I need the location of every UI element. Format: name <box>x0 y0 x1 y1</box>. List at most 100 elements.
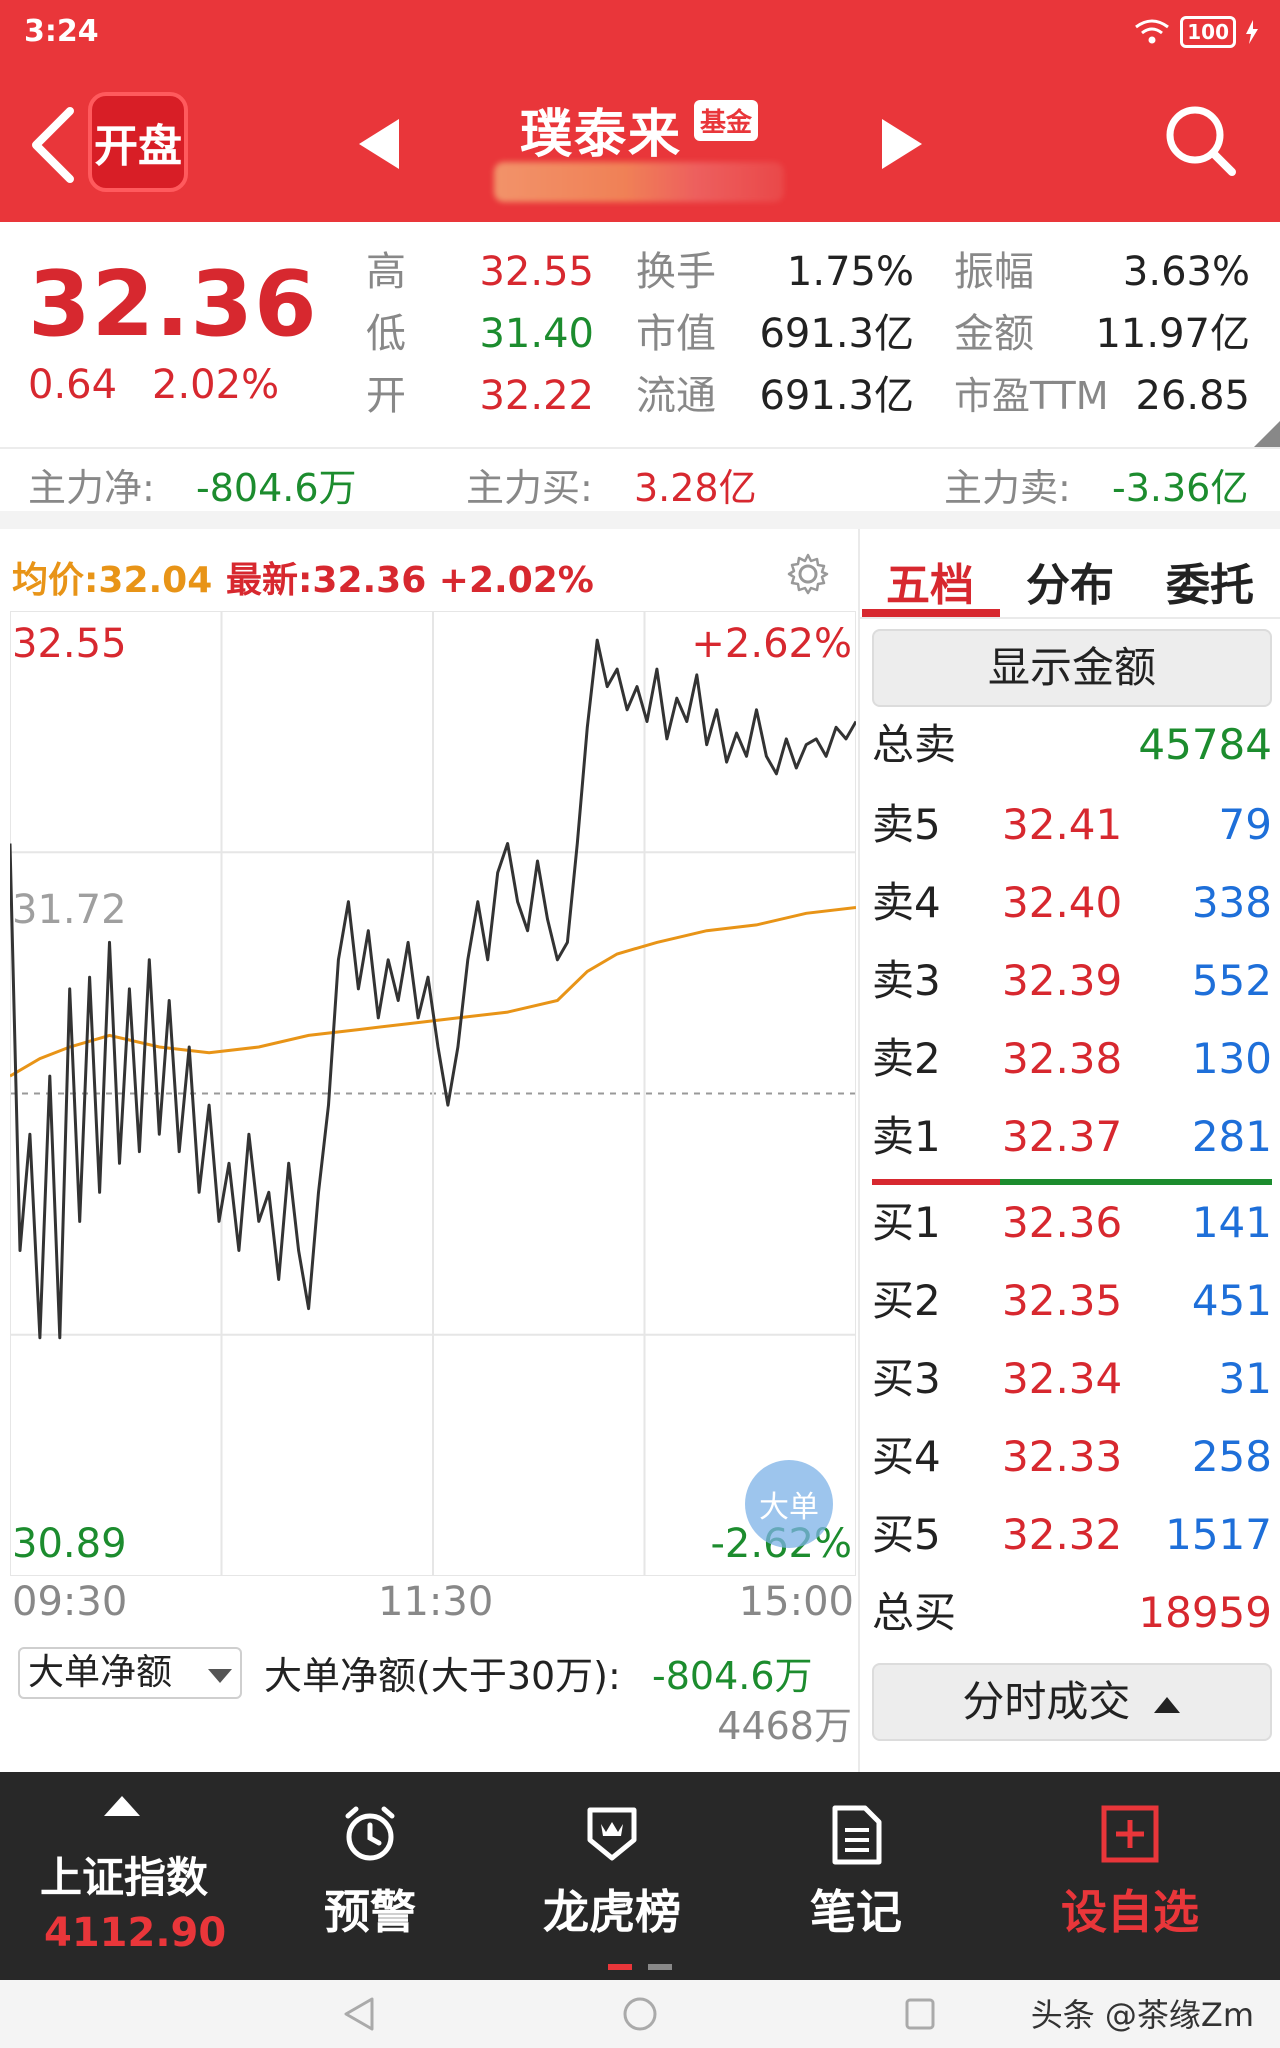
intraday-chart-area[interactable]: 均价:32.04 最新:32.36 +2.02% 32.55 31.72 30.… <box>0 529 858 1772</box>
total-buy-row: 总买 18959 <box>872 1583 1272 1643</box>
system-nav-bar: 头条 @茶缘Zm <box>0 1980 1280 2048</box>
big-order-net-value: -804.6万 <box>652 1654 813 1698</box>
time-tick-end: 15:00 <box>738 1579 854 1625</box>
time-tick-start: 09:30 <box>12 1579 128 1625</box>
show-amount-button[interactable]: 显示金额 <box>872 629 1272 707</box>
add-watchlist-label: 设自选 <box>1061 1885 1199 1939</box>
big-order-bubble[interactable]: 大单 <box>745 1460 833 1548</box>
low-label: 低 <box>366 311 406 357</box>
level-price: 32.40 <box>1002 878 1123 927</box>
buy-row[interactable]: 买5 32.32 1517 <box>872 1505 1272 1565</box>
y-axis-bottom: 30.89 <box>12 1521 127 1567</box>
prev-stock-icon[interactable] <box>355 117 403 171</box>
indicator-dropdown[interactable]: 大单净额 <box>18 1647 242 1699</box>
sell-row[interactable]: 卖3 32.39 552 <box>872 951 1272 1011</box>
level-volume: 31 <box>1218 1354 1272 1403</box>
level-price: 32.41 <box>1002 800 1123 849</box>
level-label: 买4 <box>872 1432 941 1481</box>
price-change-pct: 2.02% <box>152 362 280 408</box>
buy-row[interactable]: 买3 32.34 31 <box>872 1349 1272 1409</box>
level-price: 32.37 <box>1002 1112 1123 1161</box>
level-volume: 451 <box>1191 1276 1272 1325</box>
tab-distribution[interactable]: 分布 <box>1026 549 1114 613</box>
buy-row[interactable]: 买4 32.33 258 <box>872 1427 1272 1487</box>
settings-icon[interactable] <box>786 552 830 596</box>
amplitude-label: 振幅 <box>954 249 1034 295</box>
main-buy-label: 主力买: <box>466 466 593 510</box>
app-logo-text: 开盘 <box>94 121 182 172</box>
buy-row[interactable]: 买1 32.36 141 <box>872 1193 1272 1253</box>
note-icon <box>832 1805 882 1865</box>
nav-back-icon[interactable] <box>342 1996 376 2032</box>
price-change: 0.64 <box>28 362 118 408</box>
back-icon[interactable] <box>28 105 78 185</box>
level-volume: 338 <box>1191 878 1272 927</box>
alarm-clock-icon <box>345 1806 395 1861</box>
app-logo[interactable]: 开盘 <box>88 92 188 192</box>
fund-badge: 基金 <box>694 100 759 141</box>
float-label: 流通 <box>636 373 716 419</box>
battery-icon: 100 <box>1180 16 1236 48</box>
turnover-value: 1.75% <box>786 249 914 295</box>
quote-panel: 32.36 0.64 2.02% 高 32.55 低 31.40 开 32.22… <box>0 222 1280 447</box>
sell-row[interactable]: 卖1 32.37 281 <box>872 1107 1272 1167</box>
shield-crown-icon <box>587 1807 637 1861</box>
open-label: 开 <box>366 373 406 419</box>
time-tick-mid: 11:30 <box>378 1579 494 1625</box>
level-price: 32.33 <box>1002 1432 1123 1481</box>
level-label: 买5 <box>872 1510 941 1559</box>
amount-label: 金额 <box>954 311 1034 357</box>
caret-up-icon <box>1153 1696 1180 1713</box>
watermark: 头条 @茶缘Zm <box>1030 1996 1254 2034</box>
level-label: 卖1 <box>872 1112 941 1161</box>
intraday-chart[interactable] <box>10 611 856 1576</box>
indicator-dropdown-value: 大单净额 <box>28 1652 173 1693</box>
dragon-tiger-label: 龙虎榜 <box>543 1885 681 1939</box>
buy-row[interactable]: 买2 32.35 451 <box>872 1271 1272 1331</box>
tab-orders[interactable]: 委托 <box>1166 549 1254 613</box>
page-indicator <box>648 1964 672 1970</box>
low-value: 31.40 <box>479 311 594 357</box>
notes-button[interactable]: 笔记 <box>756 1772 956 1980</box>
level-label: 买1 <box>872 1198 941 1247</box>
tick-trades-button[interactable]: 分时成交 <box>872 1663 1272 1741</box>
stock-code-blurred <box>494 162 784 202</box>
wifi-icon <box>1135 19 1170 44</box>
index-ticker[interactable]: 上证指数 4112.90 <box>0 1772 250 1980</box>
nav-home-icon[interactable] <box>622 1996 658 2032</box>
pct-axis-top: +2.62% <box>691 621 852 667</box>
status-time: 3:24 <box>24 14 99 49</box>
sell-row[interactable]: 卖4 32.40 338 <box>872 873 1272 933</box>
dragon-tiger-button[interactable]: 龙虎榜 <box>512 1772 712 1980</box>
level-price: 32.35 <box>1002 1276 1123 1325</box>
tabs-divider <box>860 617 1280 619</box>
big-order-bubble-label: 大单 <box>759 1490 819 1525</box>
current-price: 32.36 <box>28 252 318 357</box>
level-volume: 281 <box>1191 1112 1272 1161</box>
big-order-net-label: 大单净额(大于30万): <box>264 1654 621 1698</box>
level-price: 32.38 <box>1002 1034 1123 1083</box>
total-buy-label: 总买 <box>872 1588 957 1637</box>
nav-recents-icon[interactable] <box>904 1997 936 2031</box>
level-label: 卖5 <box>872 800 941 849</box>
sell-row[interactable]: 卖5 32.41 79 <box>872 795 1272 855</box>
level-label: 买3 <box>872 1354 941 1403</box>
level-label: 卖2 <box>872 1034 941 1083</box>
next-stock-icon[interactable] <box>878 117 926 171</box>
alert-button[interactable]: 预警 <box>270 1772 470 1980</box>
level-label: 卖4 <box>872 878 941 927</box>
tick-trades-label: 分时成交 <box>962 1677 1131 1726</box>
mktcap-value: 691.3亿 <box>759 311 914 357</box>
order-book: 五档 分布 委托 显示金额 总卖 45784 卖5 32.41 79 卖4 32.40… <box>858 529 1280 1772</box>
caret-up-icon <box>104 1796 140 1816</box>
big-order-amount: 4468万 <box>717 1704 852 1748</box>
open-value: 32.22 <box>479 373 594 419</box>
add-watchlist-button[interactable]: 设自选 <box>1030 1772 1230 1980</box>
sell-row[interactable]: 卖2 32.38 130 <box>872 1029 1272 1089</box>
expand-corner-icon[interactable] <box>1254 421 1280 447</box>
high-value: 32.55 <box>479 249 594 295</box>
tab-five-levels[interactable]: 五档 <box>886 549 974 613</box>
section-gap <box>0 511 1280 529</box>
notes-label: 笔记 <box>810 1885 902 1939</box>
search-icon[interactable] <box>1162 102 1238 178</box>
